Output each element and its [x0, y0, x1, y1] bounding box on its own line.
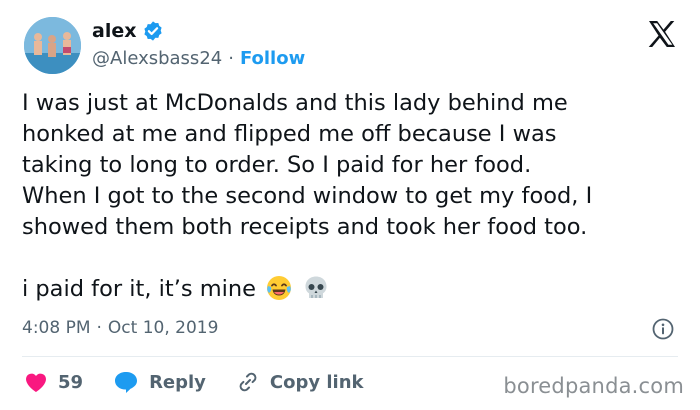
tweet-timestamp[interactable]: 4:08 PM · Oct 10, 2019: [22, 318, 218, 338]
follow-button[interactable]: Follow: [240, 48, 305, 69]
tweet-line: showed them both receipts and took her f…: [22, 214, 588, 240]
x-logo-icon[interactable]: [646, 18, 678, 50]
handle-separator: ·: [228, 48, 234, 69]
reply-bubble-icon: [113, 370, 139, 394]
handle-row: @Alexsbass24 · Follow: [92, 48, 305, 69]
link-icon: [236, 370, 260, 394]
reply-button[interactable]: Reply: [113, 370, 206, 394]
tweet-date: Oct 10, 2019: [107, 318, 219, 338]
tweet-line: taking to long to order. So I paid for h…: [22, 152, 532, 178]
divider: [22, 356, 678, 357]
tears-of-joy-emoji-icon: [265, 274, 293, 311]
copy-link-label: Copy link: [269, 371, 364, 393]
tweet-actions: 59 Reply Copy link: [24, 370, 394, 394]
author-name-row: alex: [92, 20, 164, 42]
tweet-line: honked at me and flipped me off because …: [22, 121, 557, 147]
watermark: boredpanda.com: [503, 374, 684, 398]
like-count: 59: [58, 371, 84, 393]
avatar-photo: [24, 17, 81, 74]
reply-label: Reply: [149, 371, 206, 393]
avatar[interactable]: [24, 17, 81, 74]
tweet-closing-line: i paid for it, it’s mine: [22, 274, 682, 311]
timestamp-separator: ·: [96, 318, 102, 338]
tweet-closing-text: i paid for it, it’s mine: [22, 276, 256, 302]
skull-emoji-icon: [302, 274, 330, 311]
tweet-line: I was just at McDonalds and this lady be…: [22, 90, 568, 116]
info-icon[interactable]: [652, 318, 674, 340]
tweet-line: When I got to the second window to get m…: [22, 183, 593, 209]
tweet-time: 4:08 PM: [22, 318, 91, 338]
display-name[interactable]: alex: [92, 20, 136, 42]
copy-link-button[interactable]: Copy link: [236, 370, 364, 394]
verified-badge-icon: [142, 20, 164, 42]
tweet-text: I was just at McDonalds and this lady be…: [22, 88, 682, 311]
like-button[interactable]: 59: [24, 371, 83, 393]
heart-icon: [24, 371, 48, 393]
handle[interactable]: @Alexsbass24: [92, 48, 222, 69]
